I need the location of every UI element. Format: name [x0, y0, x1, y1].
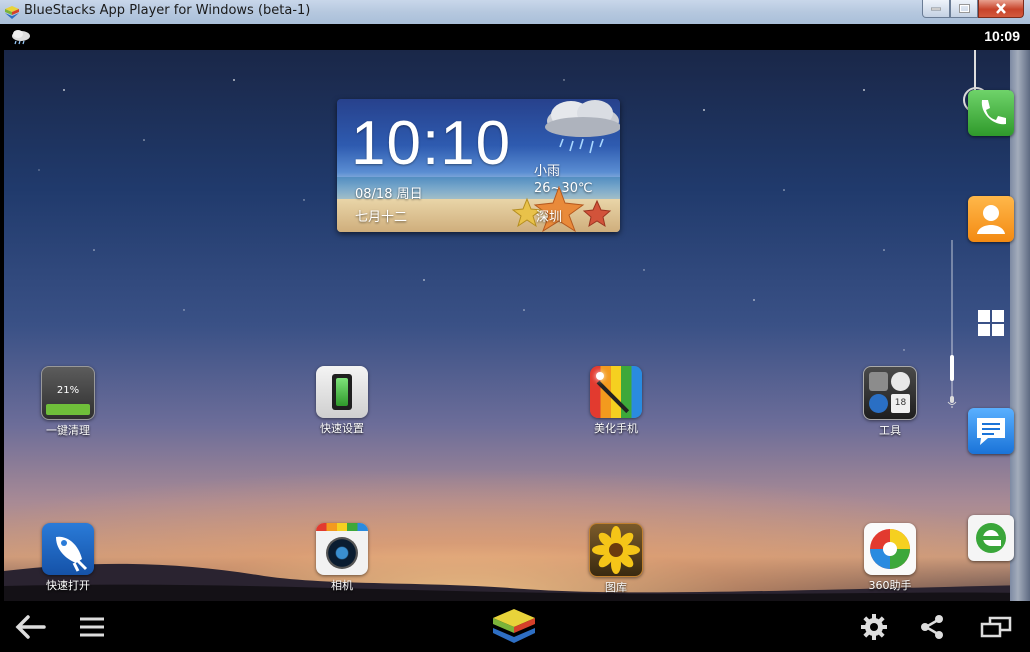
bluestacks-home-button[interactable] — [488, 601, 540, 652]
tools-folder-icon: 18 — [863, 366, 917, 420]
share-icon — [921, 614, 943, 639]
gear-icon — [861, 613, 887, 640]
cleanup-level-bar — [46, 404, 90, 415]
maximize-button[interactable] — [950, 0, 978, 18]
android-status-bar[interactable]: 10:09 — [0, 24, 1030, 50]
contacts-icon[interactable] — [968, 196, 1014, 242]
android-nav-bar — [0, 601, 1030, 652]
close-button[interactable] — [978, 0, 1024, 18]
minimize-icon — [931, 7, 941, 10]
app-360-assistant[interactable]: 360助手 — [850, 523, 930, 593]
messages-icon[interactable] — [968, 408, 1014, 454]
menu-lines-icon — [80, 617, 104, 636]
cleanup-percent: 21% — [56, 385, 80, 396]
app-label: 360助手 — [868, 579, 912, 592]
status-clock: 10:09 — [984, 28, 1020, 44]
app-label: 快速打开 — [46, 579, 90, 592]
page-scroll-thumb[interactable] — [950, 355, 954, 381]
app-quick-settings[interactable]: 快速设置 — [302, 366, 382, 436]
close-icon — [996, 3, 1006, 14]
app-gallery[interactable]: 图库 — [576, 523, 656, 595]
weather-clock-widget[interactable]: 10:10 08/18 周日 七月十二 小雨 26~30℃ 深圳 — [337, 99, 620, 232]
app-cleanup[interactable]: 21% 一键清理 — [28, 366, 108, 438]
back-arrow-icon — [15, 614, 46, 639]
widget-lunar-date: 七月十二 — [355, 210, 408, 225]
app-label: 一键清理 — [46, 424, 90, 437]
phone-icon[interactable] — [968, 90, 1014, 136]
back-button[interactable] — [10, 601, 50, 652]
app-label: 快速设置 — [320, 422, 364, 435]
windows-icon[interactable] — [968, 300, 1014, 346]
app-label: 相机 — [331, 579, 353, 592]
home-screen[interactable]: 10:10 08/18 周日 七月十二 小雨 26~30℃ 深圳 21% 一键清 — [4, 50, 1026, 601]
app-camera[interactable]: 相机 — [302, 523, 382, 593]
camera-icon — [316, 523, 368, 575]
minimize-button[interactable] — [922, 0, 950, 18]
memory-cleanup-icon: 21% — [41, 366, 95, 420]
weather-status-icon — [12, 30, 30, 45]
app-label: 工具 — [879, 424, 901, 437]
menu-button[interactable] — [74, 601, 110, 652]
calendar-icon: 18 — [891, 394, 910, 413]
window-title: BlueStacks App Player for Windows (beta-… — [24, 3, 311, 18]
app-label: 图库 — [605, 581, 627, 594]
share-button[interactable] — [914, 601, 950, 652]
widget-city: 深圳 — [536, 210, 563, 225]
rocket-icon — [42, 523, 94, 575]
dock-pull-line — [974, 50, 976, 92]
bluestacks-logo-icon — [5, 6, 19, 19]
quick-settings-icon — [316, 366, 368, 418]
clock-icon — [891, 372, 910, 391]
app-beautify[interactable]: 美化手机 — [576, 366, 656, 436]
microphone-icon[interactable] — [946, 395, 958, 409]
bluestacks-logo-icon — [493, 608, 535, 643]
app-label: 美化手机 — [594, 422, 638, 435]
window-resize-icon — [980, 616, 1012, 637]
settings-button[interactable] — [856, 601, 892, 652]
rain-cloud-icon — [545, 100, 620, 154]
fullscreen-button[interactable] — [976, 601, 1016, 652]
widget-date: 08/18 周日 — [355, 187, 423, 202]
widget-clock-time: 10:10 — [351, 109, 512, 178]
settings-gear-icon — [869, 394, 888, 413]
app-tools-folder[interactable]: 18 工具 — [850, 366, 930, 438]
360-assistant-icon — [864, 523, 916, 575]
calculator-icon — [869, 372, 888, 391]
app-quick-open[interactable]: 快速打开 — [28, 523, 108, 593]
widget-weather-condition: 小雨 — [534, 164, 561, 179]
gallery-icon — [589, 523, 643, 577]
maximize-icon — [958, 4, 970, 13]
window-titlebar[interactable]: BlueStacks App Player for Windows (beta-… — [0, 0, 1030, 25]
beautify-phone-icon — [590, 366, 642, 418]
browser-icon[interactable] — [968, 515, 1014, 561]
